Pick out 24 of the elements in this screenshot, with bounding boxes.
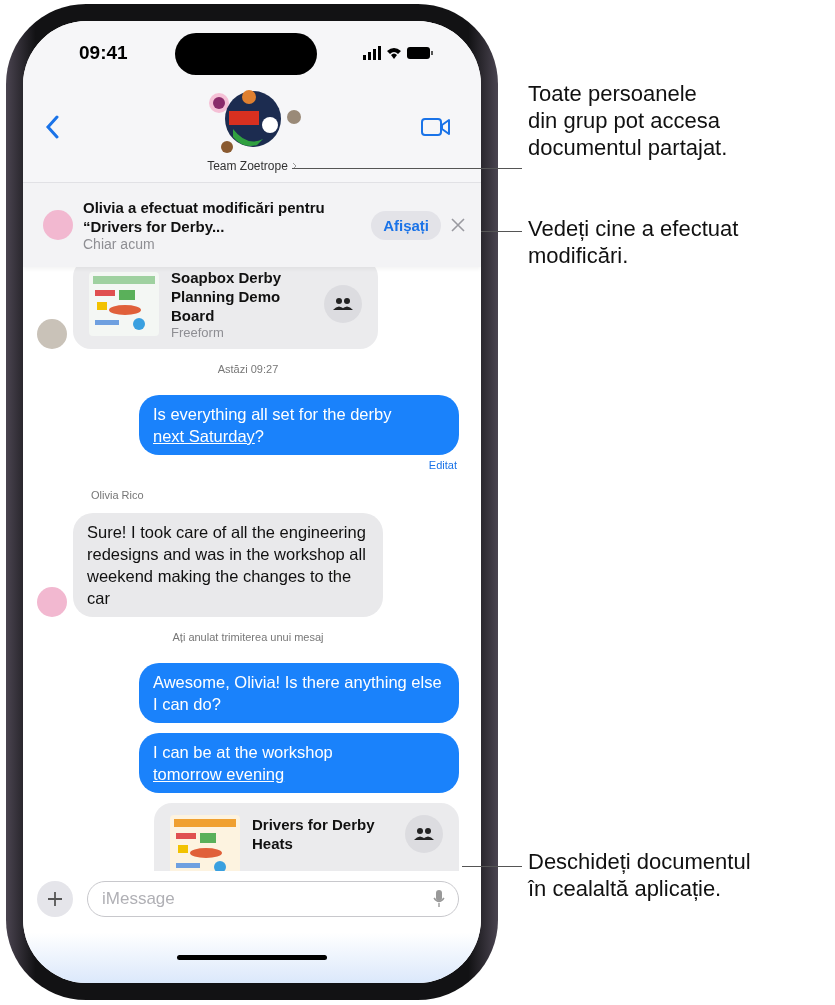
message-field[interactable]: iMessage	[87, 881, 459, 917]
document-title: Drivers for Derby Heats	[252, 815, 376, 853]
message-bubble: Sure! I took care of all the engineering redesigns and was in the workshop all weekend making the changes to the car	[73, 513, 383, 617]
notification-message: Olivia a efectuat modificări pentru “Drivers for Derby...	[83, 198, 326, 236]
date-link[interactable]: next Saturday	[153, 427, 255, 445]
document-title: Soapbox Derby Planning Demo Board	[171, 268, 283, 325]
sender-name: Olivia Rico	[91, 489, 145, 501]
callout-text: Toate persoanele din grup pot accesa documentul partajat.	[528, 80, 728, 161]
group-name[interactable]: Team Zoetrope	[207, 159, 297, 173]
message-bubble: I can be at the workshop tomorrow evening	[139, 733, 459, 793]
callout-text: Vedeți cine a efectuat modificări.	[528, 215, 739, 269]
notification-time: Chiar acum	[83, 236, 156, 252]
shared-document-card[interactable]: Soapbox Derby Planning Demo Board Freeform	[73, 267, 378, 349]
timestamp: Ați anulat trimiterea unui mesaj	[172, 631, 324, 643]
shared-document-card[interactable]: Drivers for Derby Heats	[154, 803, 459, 871]
message-bubble: Awesome, Olivia! Is there anything else I can do?	[139, 663, 459, 723]
timestamp: Astăzi 09:27	[217, 363, 279, 375]
status-time: 09:41	[79, 42, 128, 64]
edited-label: Editat	[428, 459, 457, 471]
callout-text: Deschideți documentul în cealaltă aplicație.	[528, 848, 751, 902]
app-name: Freeform	[171, 325, 225, 340]
message-bubble: Is everything all set for the derby next Saturday?	[139, 395, 459, 455]
show-button[interactable]: Afișați	[371, 210, 441, 240]
date-link[interactable]: tomorrow evening	[153, 765, 285, 783]
